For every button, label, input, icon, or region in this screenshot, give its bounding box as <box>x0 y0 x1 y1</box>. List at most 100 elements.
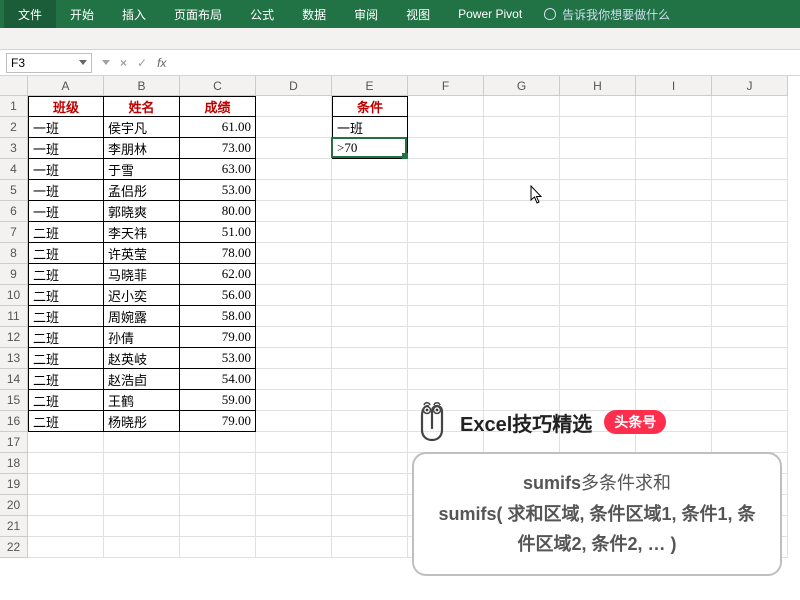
chevron-down-icon[interactable] <box>79 60 87 65</box>
cell-E4[interactable] <box>332 159 408 180</box>
cell-J12[interactable] <box>712 327 788 348</box>
row-header-19[interactable]: 19 <box>0 474 28 495</box>
cell-D21[interactable] <box>256 516 332 537</box>
cell-G1[interactable] <box>484 96 560 117</box>
cell-A16[interactable]: 二班 <box>28 411 104 432</box>
cell-F14[interactable] <box>408 369 484 390</box>
cell-C12[interactable]: 79.00 <box>180 327 256 348</box>
column-headers[interactable]: ABCDEFGHIJ <box>28 76 788 96</box>
cell-D2[interactable] <box>256 117 332 138</box>
row-header-21[interactable]: 21 <box>0 516 28 537</box>
cell-A7[interactable]: 二班 <box>28 222 104 243</box>
cell-I6[interactable] <box>636 201 712 222</box>
cell-H14[interactable] <box>560 369 636 390</box>
cell-G8[interactable] <box>484 243 560 264</box>
select-all-corner[interactable] <box>0 76 28 96</box>
cell-I5[interactable] <box>636 180 712 201</box>
cell-D20[interactable] <box>256 495 332 516</box>
cell-F9[interactable] <box>408 264 484 285</box>
cell-J14[interactable] <box>712 369 788 390</box>
cell-I3[interactable] <box>636 138 712 159</box>
ribbon-tab-页面布局[interactable]: 页面布局 <box>160 0 236 28</box>
cell-D15[interactable] <box>256 390 332 411</box>
cell-J9[interactable] <box>712 264 788 285</box>
cell-C2[interactable]: 61.00 <box>180 117 256 138</box>
cell-F8[interactable] <box>408 243 484 264</box>
cell-A12[interactable]: 二班 <box>28 327 104 348</box>
row-header-14[interactable]: 14 <box>0 369 28 390</box>
cell-B2[interactable]: 侯宇凡 <box>104 117 180 138</box>
cell-G5[interactable] <box>484 180 560 201</box>
cell-C13[interactable]: 53.00 <box>180 348 256 369</box>
cell-E21[interactable] <box>332 516 408 537</box>
formula-input[interactable] <box>172 53 800 73</box>
cell-A22[interactable] <box>28 537 104 558</box>
cell-B18[interactable] <box>104 453 180 474</box>
cell-H6[interactable] <box>560 201 636 222</box>
ribbon-tab-插入[interactable]: 插入 <box>108 0 160 28</box>
cell-A11[interactable]: 二班 <box>28 306 104 327</box>
row-header-15[interactable]: 15 <box>0 390 28 411</box>
cell-J4[interactable] <box>712 159 788 180</box>
cell-J10[interactable] <box>712 285 788 306</box>
col-header-B[interactable]: B <box>104 76 180 96</box>
row-header-11[interactable]: 11 <box>0 306 28 327</box>
cell-C7[interactable]: 51.00 <box>180 222 256 243</box>
cell-E9[interactable] <box>332 264 408 285</box>
cell-E19[interactable] <box>332 474 408 495</box>
cell-E12[interactable] <box>332 327 408 348</box>
row-header-6[interactable]: 6 <box>0 201 28 222</box>
cell-H9[interactable] <box>560 264 636 285</box>
cell-A18[interactable] <box>28 453 104 474</box>
cell-I1[interactable] <box>636 96 712 117</box>
cell-B21[interactable] <box>104 516 180 537</box>
cell-C18[interactable] <box>180 453 256 474</box>
row-header-1[interactable]: 1 <box>0 96 28 117</box>
cell-G9[interactable] <box>484 264 560 285</box>
cell-B16[interactable]: 杨晓彤 <box>104 411 180 432</box>
cell-E6[interactable] <box>332 201 408 222</box>
cell-A20[interactable] <box>28 495 104 516</box>
cell-D1[interactable] <box>256 96 332 117</box>
cell-I10[interactable] <box>636 285 712 306</box>
cell-J8[interactable] <box>712 243 788 264</box>
cell-C10[interactable]: 56.00 <box>180 285 256 306</box>
cell-E7[interactable] <box>332 222 408 243</box>
cell-H7[interactable] <box>560 222 636 243</box>
cell-H3[interactable] <box>560 138 636 159</box>
cell-B14[interactable]: 赵浩卣 <box>104 369 180 390</box>
cell-G6[interactable] <box>484 201 560 222</box>
cell-E22[interactable] <box>332 537 408 558</box>
cell-I9[interactable] <box>636 264 712 285</box>
cell-F4[interactable] <box>408 159 484 180</box>
cell-J6[interactable] <box>712 201 788 222</box>
fx-icon[interactable]: fx <box>157 56 166 70</box>
row-header-4[interactable]: 4 <box>0 159 28 180</box>
cell-G7[interactable] <box>484 222 560 243</box>
row-header-18[interactable]: 18 <box>0 453 28 474</box>
cell-F5[interactable] <box>408 180 484 201</box>
cell-G14[interactable] <box>484 369 560 390</box>
cell-D22[interactable] <box>256 537 332 558</box>
cell-C8[interactable]: 78.00 <box>180 243 256 264</box>
row-header-3[interactable]: 3 <box>0 138 28 159</box>
cell-E20[interactable] <box>332 495 408 516</box>
cell-C14[interactable]: 54.00 <box>180 369 256 390</box>
cell-C15[interactable]: 59.00 <box>180 390 256 411</box>
cell-D14[interactable] <box>256 369 332 390</box>
row-header-17[interactable]: 17 <box>0 432 28 453</box>
cell-D12[interactable] <box>256 327 332 348</box>
col-header-I[interactable]: I <box>636 76 712 96</box>
cell-C16[interactable]: 79.00 <box>180 411 256 432</box>
cell-E10[interactable] <box>332 285 408 306</box>
cell-J1[interactable] <box>712 96 788 117</box>
cell-A5[interactable]: 一班 <box>28 180 104 201</box>
row-header-12[interactable]: 12 <box>0 327 28 348</box>
cell-E1[interactable]: 条件 <box>332 96 408 117</box>
check-icon[interactable]: ✓ <box>137 56 147 70</box>
row-header-9[interactable]: 9 <box>0 264 28 285</box>
cell-B7[interactable]: 李天祎 <box>104 222 180 243</box>
cell-H12[interactable] <box>560 327 636 348</box>
cell-I14[interactable] <box>636 369 712 390</box>
cell-G10[interactable] <box>484 285 560 306</box>
